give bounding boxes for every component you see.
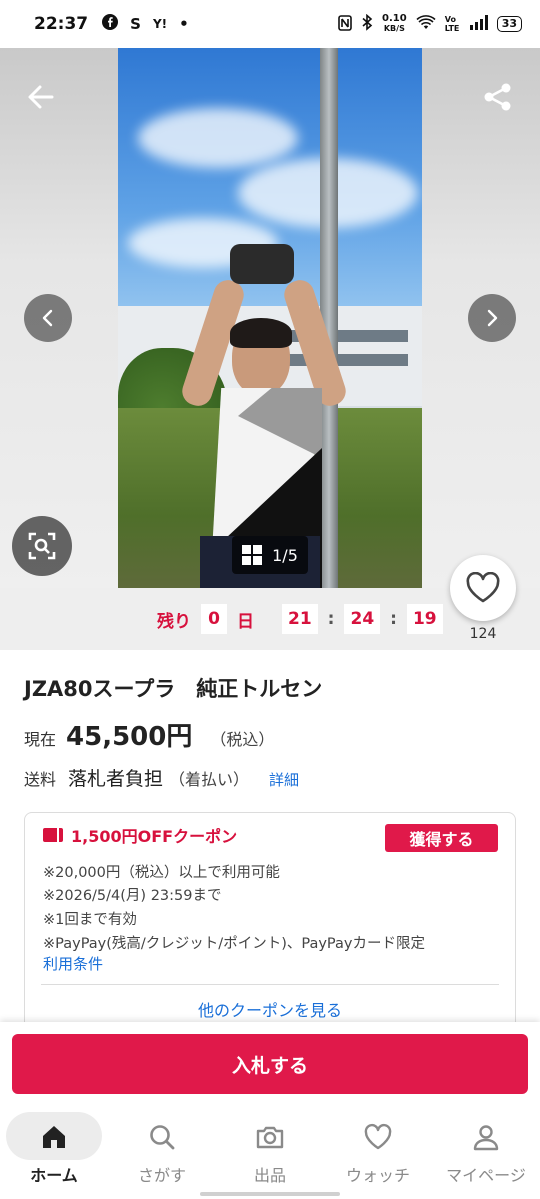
bluetooth-icon bbox=[361, 13, 373, 34]
item-image-gallery[interactable]: 1/5 bbox=[0, 48, 540, 588]
status-bar: 22:37 S Y! • 0.10 KB/S Vo LTE 33 bbox=[0, 0, 540, 48]
price-label: 現在 bbox=[24, 730, 57, 749]
coupon-condition: ※1回まで有効 bbox=[43, 912, 137, 928]
dot-icon: • bbox=[179, 15, 189, 33]
yahoo-icon: Y! bbox=[152, 17, 168, 31]
volte-icon: Vo LTE bbox=[444, 15, 460, 33]
more-coupons-link[interactable]: 他のクーポンを見る bbox=[25, 997, 515, 1021]
nav-mypage[interactable]: マイページ bbox=[432, 1110, 540, 1199]
search-icon bbox=[150, 1125, 175, 1150]
nav-label: 出品 bbox=[253, 1166, 286, 1185]
next-image-button[interactable] bbox=[468, 294, 516, 342]
shipping-value: 落札者負担 bbox=[68, 768, 164, 790]
countdown-days-unit: 日 bbox=[237, 611, 254, 632]
battery-indicator: 33 bbox=[496, 16, 522, 32]
shipping-subnote: （着払い） bbox=[169, 770, 250, 789]
app-badge-s: S bbox=[130, 15, 141, 33]
bid-bar: 入札する bbox=[0, 1022, 540, 1110]
lens-search-icon bbox=[28, 532, 56, 560]
countdown-days: 0 bbox=[201, 604, 227, 634]
price-row: 現在 45,500円 （税込） bbox=[24, 716, 274, 753]
share-icon[interactable] bbox=[482, 81, 514, 113]
countdown-hours: 21 bbox=[282, 604, 318, 634]
item-title: JZA80スープラ 純正トルセン bbox=[24, 677, 323, 701]
price-tax-note: （税込） bbox=[210, 730, 275, 749]
system-icons: 0.10 KB/S Vo LTE 33 bbox=[338, 14, 522, 34]
grid-icon bbox=[242, 545, 263, 565]
watch-count: 124 bbox=[469, 626, 497, 642]
shipping-row: 送料 落札者負担 （着払い） 詳細 bbox=[24, 764, 299, 791]
status-time: 22:37 bbox=[34, 14, 89, 34]
nav-label: マイページ bbox=[446, 1166, 526, 1185]
notification-icons: S Y! • bbox=[102, 14, 189, 34]
heart-icon bbox=[466, 572, 500, 603]
back-arrow-icon[interactable] bbox=[26, 82, 56, 112]
nav-label: ホーム bbox=[30, 1166, 78, 1185]
chevron-right-icon bbox=[487, 309, 498, 327]
countdown-minutes: 24 bbox=[344, 604, 381, 634]
item-photo[interactable] bbox=[118, 48, 422, 588]
wifi-icon bbox=[416, 14, 436, 34]
countdown-prefix: 残り bbox=[157, 611, 191, 632]
coupon-divider bbox=[41, 984, 499, 985]
home-icon bbox=[43, 1126, 65, 1148]
coupon-condition: ※2026/5/4(月) 23:59まで bbox=[43, 888, 222, 904]
facebook-icon bbox=[102, 14, 119, 34]
camera-icon bbox=[256, 1126, 284, 1149]
bid-button[interactable]: 入札する bbox=[12, 1034, 528, 1094]
chevron-left-icon bbox=[42, 309, 53, 327]
previous-image-button[interactable] bbox=[24, 294, 72, 342]
coupon-condition: ※20,000円（税込）以上で利用可能 bbox=[43, 865, 280, 881]
coupon-header: 1,500円OFFクーポン bbox=[43, 823, 237, 847]
coupon-icon bbox=[43, 828, 63, 842]
nav-watch[interactable]: ウォッチ bbox=[324, 1110, 432, 1199]
coupon-terms-link[interactable]: 利用条件 bbox=[43, 953, 103, 974]
person-icon bbox=[473, 1125, 499, 1151]
coupon-card: 1,500円OFFクーポン 獲得する ※20,000円（税込）以上で利用可能 ※… bbox=[24, 812, 516, 1042]
bottom-nav: ホーム さがす 出品 ウォッチ マイページ bbox=[0, 1110, 540, 1199]
nav-label: さがす bbox=[137, 1166, 186, 1185]
get-coupon-button[interactable]: 獲得する bbox=[385, 824, 498, 852]
countdown-seconds: 19 bbox=[406, 604, 443, 634]
nav-sell[interactable]: 出品 bbox=[216, 1110, 324, 1199]
coupon-condition: ※PayPay(残高/クレジット/ポイント)、PayPayカード限定 bbox=[43, 936, 425, 952]
coupon-title: 1,500円OFFクーポン bbox=[71, 827, 238, 846]
heart-icon bbox=[364, 1123, 392, 1150]
nav-search[interactable]: さがす bbox=[108, 1110, 216, 1199]
gesture-bar bbox=[200, 1192, 340, 1196]
countdown-colon: : bbox=[390, 609, 397, 629]
network-speed: 0.10 KB/S bbox=[382, 13, 407, 34]
image-search-button[interactable] bbox=[12, 516, 72, 576]
image-counter[interactable]: 1/5 bbox=[232, 536, 308, 574]
shipping-label: 送料 bbox=[24, 770, 57, 789]
current-price: 45,500円 bbox=[66, 722, 193, 752]
signal-icon bbox=[469, 15, 488, 33]
nfc-icon bbox=[338, 14, 352, 34]
watch-button[interactable] bbox=[450, 555, 516, 621]
nav-home[interactable]: ホーム bbox=[0, 1110, 108, 1199]
countdown-colon: : bbox=[327, 609, 335, 629]
shipping-details-link[interactable]: 詳細 bbox=[269, 769, 299, 790]
nav-label: ウォッチ bbox=[345, 1166, 410, 1185]
